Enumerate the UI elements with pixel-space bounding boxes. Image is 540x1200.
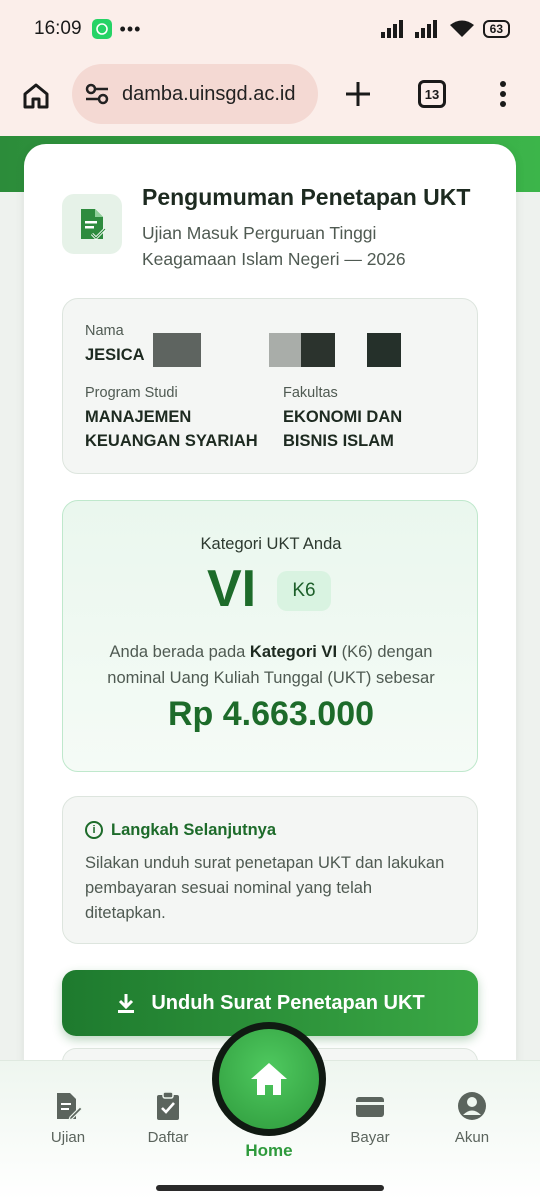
download-icon — [118, 994, 135, 1013]
nav-item-bayar[interactable]: Bayar — [330, 1091, 410, 1146]
category-label: Kategori UKT Anda — [200, 535, 342, 553]
nav-label: Bayar — [350, 1129, 390, 1146]
home-label: Home — [245, 1141, 293, 1160]
nav-label: Ujian — [50, 1129, 86, 1146]
student-info-box: Nama JESICA Program Studi MANAJEMEN KEUA… — [62, 298, 478, 474]
category-description: Anda berada pada Kategori VI (K6) dengan… — [83, 639, 459, 691]
faculty-label: Fakultas — [283, 385, 338, 401]
info-icon: i — [85, 821, 103, 839]
edit-document-icon — [57, 1093, 82, 1121]
next-steps-box: i Langkah Selanjutnya Silakan unduh sura… — [62, 796, 478, 944]
home-icon — [251, 1063, 287, 1095]
redacted-block — [269, 333, 303, 367]
battery-icon: 63 — [482, 20, 510, 38]
category-roman: VI — [207, 560, 257, 618]
category-code-badge: K6 — [277, 571, 331, 611]
kebab-menu-icon — [500, 81, 506, 107]
signal-icon — [380, 20, 403, 38]
wifi-icon — [449, 20, 474, 37]
name-value: JESICA — [85, 346, 145, 364]
browser-menu-button[interactable] — [490, 74, 516, 114]
clipboard-check-icon — [157, 1091, 179, 1120]
nav-item-daftar[interactable]: Daftar — [128, 1091, 208, 1146]
page-subtitle: Ujian Masuk Perguruan Tinggi Keagamaan I… — [142, 223, 406, 269]
home-outline-icon — [23, 83, 49, 109]
desc-bold: Kategori VI — [249, 643, 338, 661]
desc-prefix: Anda berada pada — [109, 643, 250, 661]
status-time: 16:09 — [34, 18, 82, 39]
signal-icon-2 — [414, 20, 437, 38]
gesture-bar — [156, 1185, 384, 1191]
faculty-value: EKONOMI DAN BISNIS ISLAM — [283, 408, 403, 450]
status-bar: 16:09 ••• 63 — [0, 0, 540, 58]
page-title: Pengumuman Penetapan UKT — [142, 184, 471, 210]
nav-label: Daftar — [147, 1129, 189, 1146]
whatsapp-icon — [91, 19, 112, 39]
next-steps-title: Langkah Selanjutnya — [111, 821, 277, 839]
home-fab-inner — [219, 1029, 319, 1129]
redacted-block — [301, 333, 335, 367]
nav-item-akun[interactable]: Akun — [432, 1091, 512, 1146]
ukt-category-box: Kategori UKT Anda VI K6 Anda berada pada… — [62, 500, 478, 772]
document-check-icon — [62, 194, 122, 254]
next-steps-text: Silakan unduh surat penetapan UKT dan la… — [85, 854, 445, 922]
program-value: MANAJEMEN KEUANGAN SYARIAH — [85, 408, 258, 450]
more-notifications-icon: ••• — [119, 18, 142, 39]
redacted-block — [367, 333, 401, 367]
account-circle-icon — [458, 1092, 486, 1120]
nav-item-ujian[interactable]: Ujian — [28, 1091, 108, 1146]
ukt-amount: Rp 4.663.000 — [167, 695, 375, 733]
download-button-label: Unduh Surat Penetapan UKT — [151, 991, 425, 1014]
program-label: Program Studi — [85, 385, 178, 401]
browser-home-button[interactable] — [18, 78, 54, 114]
nav-item-home[interactable] — [212, 1022, 326, 1136]
url-text: damba.uinsgd.ac.id — [122, 82, 296, 105]
redacted-block — [153, 333, 201, 367]
url-bar[interactable]: damba.uinsgd.ac.id — [72, 64, 318, 124]
tab-switcher-button[interactable]: 13 — [418, 80, 446, 108]
name-label: Nama — [85, 323, 124, 339]
plus-icon — [346, 82, 370, 106]
announcement-card: Pengumuman Penetapan UKT Ujian Masuk Per… — [24, 144, 516, 1088]
nav-label: Akun — [454, 1129, 490, 1146]
credit-card-icon — [356, 1097, 384, 1117]
new-tab-button[interactable] — [338, 74, 378, 114]
browser-toolbar: damba.uinsgd.ac.id 13 — [0, 58, 540, 136]
site-settings-icon — [85, 83, 109, 105]
